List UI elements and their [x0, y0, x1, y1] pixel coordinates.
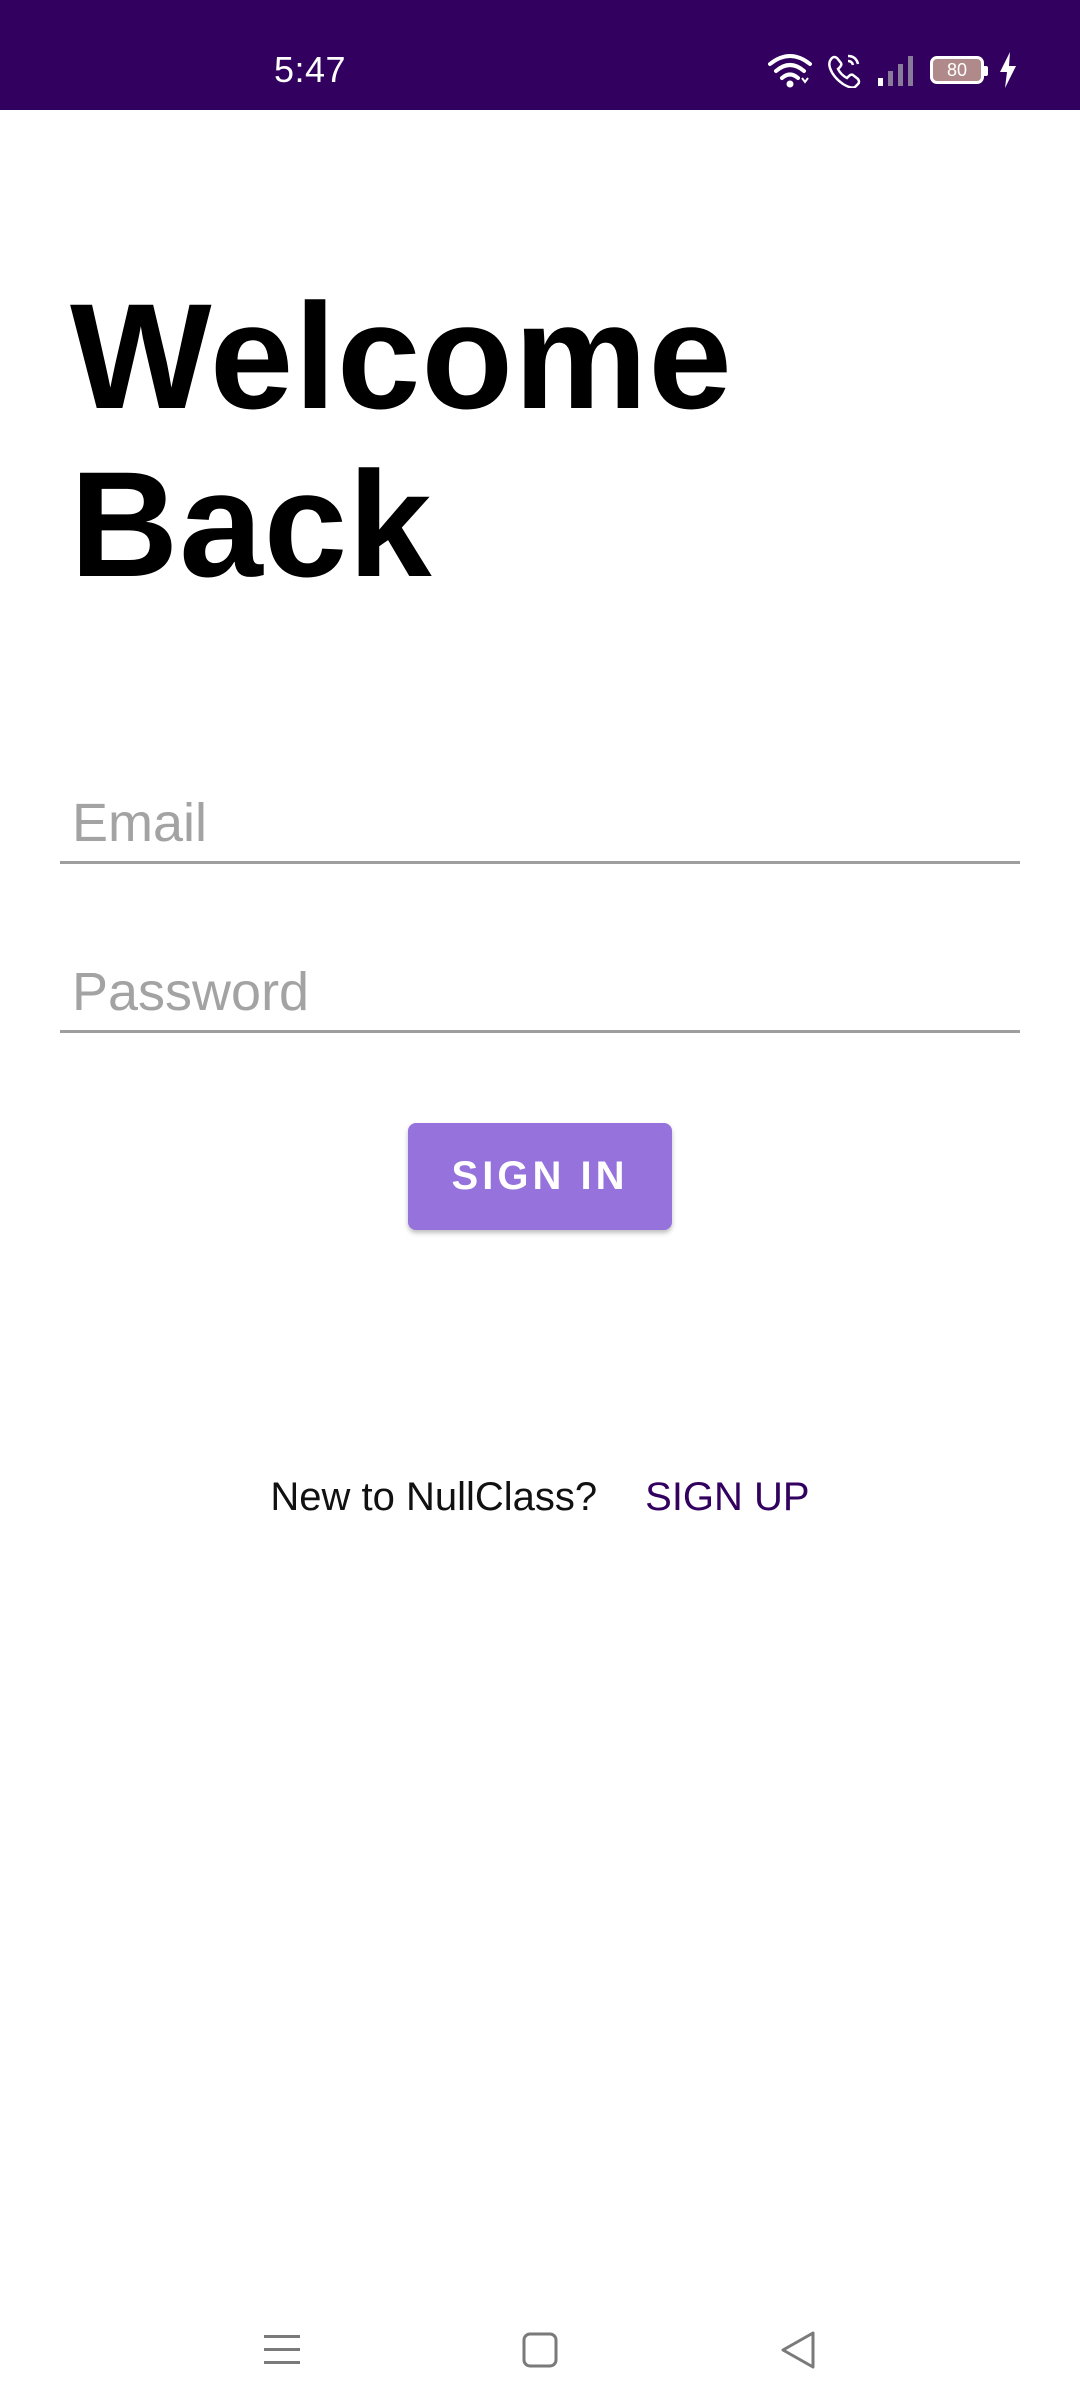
email-field[interactable]: [60, 784, 1020, 864]
wifi-calling-icon: [826, 52, 862, 88]
wifi-icon: [768, 52, 812, 88]
menu-icon[interactable]: [242, 2310, 322, 2390]
back-triangle-icon[interactable]: [758, 2310, 838, 2390]
status-icons: 80: [768, 48, 1018, 92]
password-field[interactable]: [60, 953, 1020, 1033]
sign-in-button[interactable]: SIGN IN: [408, 1123, 672, 1230]
welcome-line-2: Back: [70, 440, 433, 608]
status-time: 5:47: [274, 49, 347, 90]
battery-icon: 80: [930, 56, 988, 84]
page-title: Welcome Back: [70, 272, 970, 608]
signup-row: New to NullClass? SIGN UP: [0, 1467, 1080, 1527]
status-bar: 5:47 80: [0, 0, 1080, 110]
navigation-bar: [0, 2300, 1080, 2400]
sign-up-link[interactable]: SIGN UP: [645, 1475, 809, 1520]
signal-icon: [876, 54, 916, 86]
welcome-line-1: Welcome: [70, 272, 733, 440]
home-square-icon[interactable]: [500, 2310, 580, 2390]
charging-icon: [998, 52, 1018, 88]
signup-prompt: New to NullClass?: [270, 1474, 598, 1519]
